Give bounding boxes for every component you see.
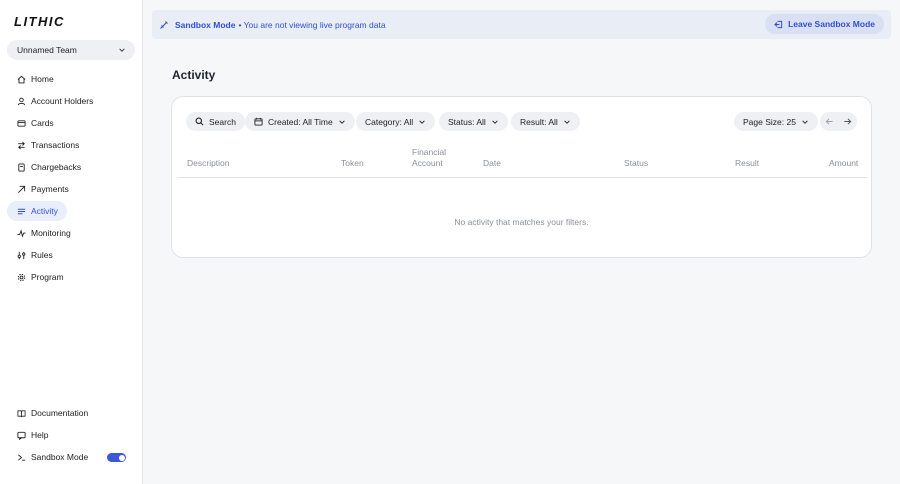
chevron-down-icon <box>492 119 498 124</box>
page-title: Activity <box>172 68 216 82</box>
gear-icon <box>16 272 26 282</box>
sidebar-bottom-nav: Documentation Help Sandbox Mode <box>7 403 135 469</box>
leave-sandbox-button[interactable]: Leave Sandbox Mode <box>765 14 884 34</box>
book-icon <box>16 408 26 418</box>
banner-mode: Sandbox Mode <box>175 19 236 30</box>
sidebar-item-sandbox-mode: Sandbox Mode <box>7 447 135 467</box>
sidebar-item-label: Program <box>31 272 64 282</box>
sidebar-item-label: Help <box>31 430 49 440</box>
sidebar-item-label: Account Holders <box>31 96 94 106</box>
sidebar-item-label: Sandbox Mode <box>31 452 89 462</box>
help-icon <box>16 430 26 440</box>
sidebar-item-documentation[interactable]: Documentation <box>7 403 135 423</box>
column-header-description: Description <box>187 158 230 168</box>
sandbox-flask-icon <box>159 20 169 30</box>
card-icon <box>16 118 26 128</box>
banner-message: • You are not viewing live program data <box>238 19 386 30</box>
activity-icon <box>16 206 26 216</box>
status-filter[interactable]: Status: All <box>439 112 508 131</box>
column-header-date: Date <box>483 158 501 168</box>
sidebar-item-label: Home <box>31 74 54 84</box>
sandbox-mode-toggle[interactable] <box>107 453 126 462</box>
activity-card: Search Created: All Time Category: All S… <box>171 96 872 258</box>
created-filter[interactable]: Created: All Time <box>245 112 355 131</box>
category-filter-label: Category: All <box>365 116 414 127</box>
sidebar-item-label: Chargebacks <box>31 162 82 172</box>
page-size-label: Page Size: 25 <box>743 116 796 127</box>
sidebar: LITHIC Unnamed Team Home Account Holders… <box>0 0 143 484</box>
chevron-down-icon <box>119 48 125 52</box>
user-icon <box>16 96 26 106</box>
sidebar-item-cards[interactable]: Cards <box>7 113 135 133</box>
column-header-result: Result <box>735 158 760 168</box>
sidebar-item-label: Payments <box>31 184 69 194</box>
monitoring-icon <box>16 228 26 238</box>
lithic-logo[interactable]: LITHIC <box>14 13 65 29</box>
home-icon <box>16 74 26 84</box>
sidebar-item-label: Cards <box>31 118 54 128</box>
arrow-right-icon <box>843 118 851 125</box>
rules-icon <box>16 250 26 260</box>
chevron-down-icon <box>802 119 808 124</box>
payments-icon <box>16 184 26 194</box>
sidebar-item-transactions[interactable]: Transactions <box>7 135 135 155</box>
arrow-left-icon <box>825 118 833 125</box>
category-filter[interactable]: Category: All <box>356 112 436 131</box>
sandbox-banner: Sandbox Mode • You are not viewing live … <box>152 10 891 39</box>
chevron-down-icon <box>419 119 425 124</box>
empty-state-message: No activity that matches your filters. <box>454 217 589 227</box>
table-header-divider <box>177 177 867 178</box>
sidebar-item-activity[interactable]: Activity <box>7 201 67 221</box>
column-header-token: Token <box>341 158 364 168</box>
column-header-financial-account: Financial Account <box>412 147 447 168</box>
sidebar-item-monitoring[interactable]: Monitoring <box>7 223 135 243</box>
chevron-down-icon <box>338 119 345 124</box>
team-selector[interactable]: Unnamed Team <box>7 40 135 60</box>
logo-text: LITHIC <box>14 13 65 29</box>
previous-page-button[interactable] <box>821 112 837 131</box>
column-header-amount: Amount <box>829 158 859 168</box>
sidebar-item-label: Transactions <box>31 140 80 150</box>
sidebar-item-help[interactable]: Help <box>7 425 135 445</box>
created-filter-label: Created: All Time <box>268 116 333 127</box>
sidebar-item-label: Rules <box>31 250 53 260</box>
result-filter-label: Result: All <box>520 116 558 127</box>
search-button[interactable]: Search <box>186 112 245 131</box>
sidebar-nav: Home Account Holders Cards Transactions … <box>7 69 135 289</box>
transactions-icon <box>16 140 26 150</box>
sidebar-item-chargebacks[interactable]: Chargebacks <box>7 157 135 177</box>
exit-icon <box>774 20 783 28</box>
search-icon <box>195 117 204 126</box>
sandbox-icon <box>16 452 26 462</box>
chevron-down-icon <box>564 119 570 124</box>
column-header-status: Status <box>624 158 649 168</box>
page-size-select[interactable]: Page Size: 25 <box>734 112 818 131</box>
next-page-button[interactable] <box>839 112 855 131</box>
calendar-icon <box>254 117 263 126</box>
chargeback-icon <box>16 162 26 172</box>
team-name: Unnamed Team <box>17 45 77 55</box>
status-filter-label: Status: All <box>448 116 486 127</box>
sidebar-item-label: Documentation <box>31 408 89 418</box>
search-label: Search <box>209 116 236 127</box>
sidebar-item-account-holders[interactable]: Account Holders <box>7 91 135 111</box>
leave-sandbox-label: Leave Sandbox Mode <box>788 19 875 29</box>
sidebar-item-home[interactable]: Home <box>7 69 135 89</box>
sidebar-item-payments[interactable]: Payments <box>7 179 135 199</box>
sidebar-item-label: Activity <box>31 206 58 216</box>
sidebar-item-label: Monitoring <box>31 228 71 238</box>
result-filter[interactable]: Result: All <box>511 112 580 131</box>
sidebar-item-rules[interactable]: Rules <box>7 245 135 265</box>
sidebar-item-program[interactable]: Program <box>7 267 135 287</box>
